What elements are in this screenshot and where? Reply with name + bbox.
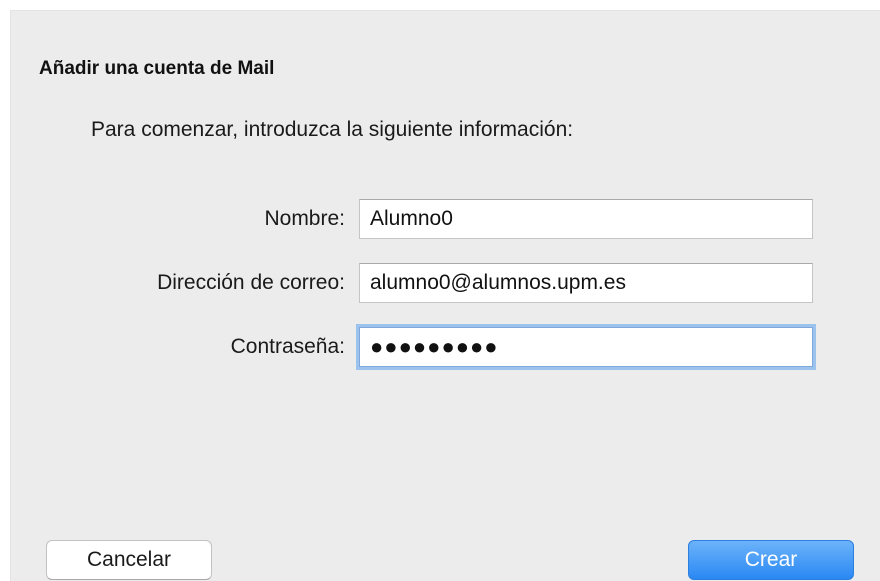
password-label: Contraseña:	[230, 335, 345, 358]
dialog-title: Añadir una cuenta de Mail	[39, 58, 275, 79]
email-field[interactable]: alumno0@alumnos.upm.es	[359, 263, 813, 303]
email-row: Dirección de correo: alumno0@alumnos.upm…	[11, 263, 871, 303]
password-row: Contraseña: ●●●●●●●●●	[11, 327, 871, 367]
dialog-intro-text: Para comenzar, introduzca la siguiente i…	[91, 118, 574, 141]
create-button[interactable]: Crear	[688, 540, 854, 580]
cancel-button[interactable]: Cancelar	[46, 540, 212, 580]
add-mail-account-dialog: Añadir una cuenta de Mail Para comenzar,…	[10, 10, 880, 581]
email-label: Dirección de correo:	[157, 271, 345, 294]
name-field[interactable]: Alumno0	[359, 199, 813, 239]
name-label: Nombre:	[264, 207, 345, 230]
password-field[interactable]: ●●●●●●●●●	[359, 327, 813, 367]
password-masked-value: ●●●●●●●●●	[370, 334, 499, 359]
name-row: Nombre: Alumno0	[11, 199, 871, 239]
